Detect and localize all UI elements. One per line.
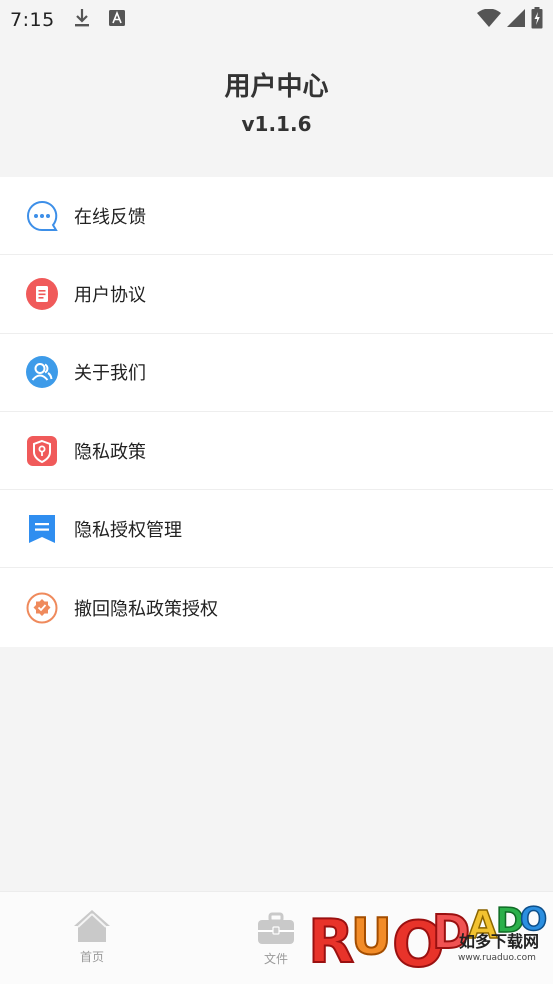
status-time: 7:15 [10,9,55,31]
tab-files[interactable]: 文件 [246,912,306,967]
menu-item-label: 关于我们 [74,363,146,385]
watermark-url: www.ruaduo.com [458,953,536,963]
signal-icon [507,9,525,31]
watermark-logo: R U O D A D O 如多下载网 www.ruaduo.com [306,880,553,984]
tab-label: 文件 [263,952,288,966]
wifi-icon [477,8,501,31]
page-header: 用户中心 v1.1.6 [0,40,553,177]
settings-menu: 在线反馈 用户协议 关于我们 隐私政策 隐私授权管理 撤回隐私政策授权 [0,177,553,647]
battery-icon [531,7,543,33]
document-icon [26,277,58,310]
menu-item-label: 隐私政策 [74,441,146,463]
menu-item-label: 隐私授权管理 [74,519,182,541]
menu-item-label: 用户协议 [74,284,146,306]
menu-item-feedback[interactable]: 在线反馈 [0,177,553,256]
status-bar: 7:15 [0,0,553,40]
home-icon [72,910,112,948]
watermark-site-name: 如多下载网 [459,932,539,951]
page-title: 用户中心 [224,72,329,102]
users-icon [26,356,58,389]
briefcase-icon [256,912,296,950]
menu-item-label: 撤回隐私政策授权 [74,598,218,620]
menu-item-label: 在线反馈 [74,206,146,228]
bookmark-icon [26,513,58,545]
font-icon [108,10,125,30]
menu-item-revoke-privacy-authorization[interactable]: 撤回隐私政策授权 [0,568,553,646]
menu-item-user-agreement[interactable]: 用户协议 [0,255,553,334]
download-icon [73,8,91,32]
menu-item-privacy-policy[interactable]: 隐私政策 [0,412,553,491]
tab-label: 首页 [79,950,104,964]
badge-icon [26,592,58,624]
svg-text:U: U [351,908,392,966]
svg-text:R: R [308,907,354,977]
chat-bubble-icon [26,200,58,232]
menu-item-about-us[interactable]: 关于我们 [0,334,553,412]
version-label: v1.1.6 [241,112,312,136]
shield-icon [26,435,58,467]
tab-home[interactable]: 首页 [62,908,122,965]
menu-item-privacy-authorization-management[interactable]: 隐私授权管理 [0,490,553,569]
